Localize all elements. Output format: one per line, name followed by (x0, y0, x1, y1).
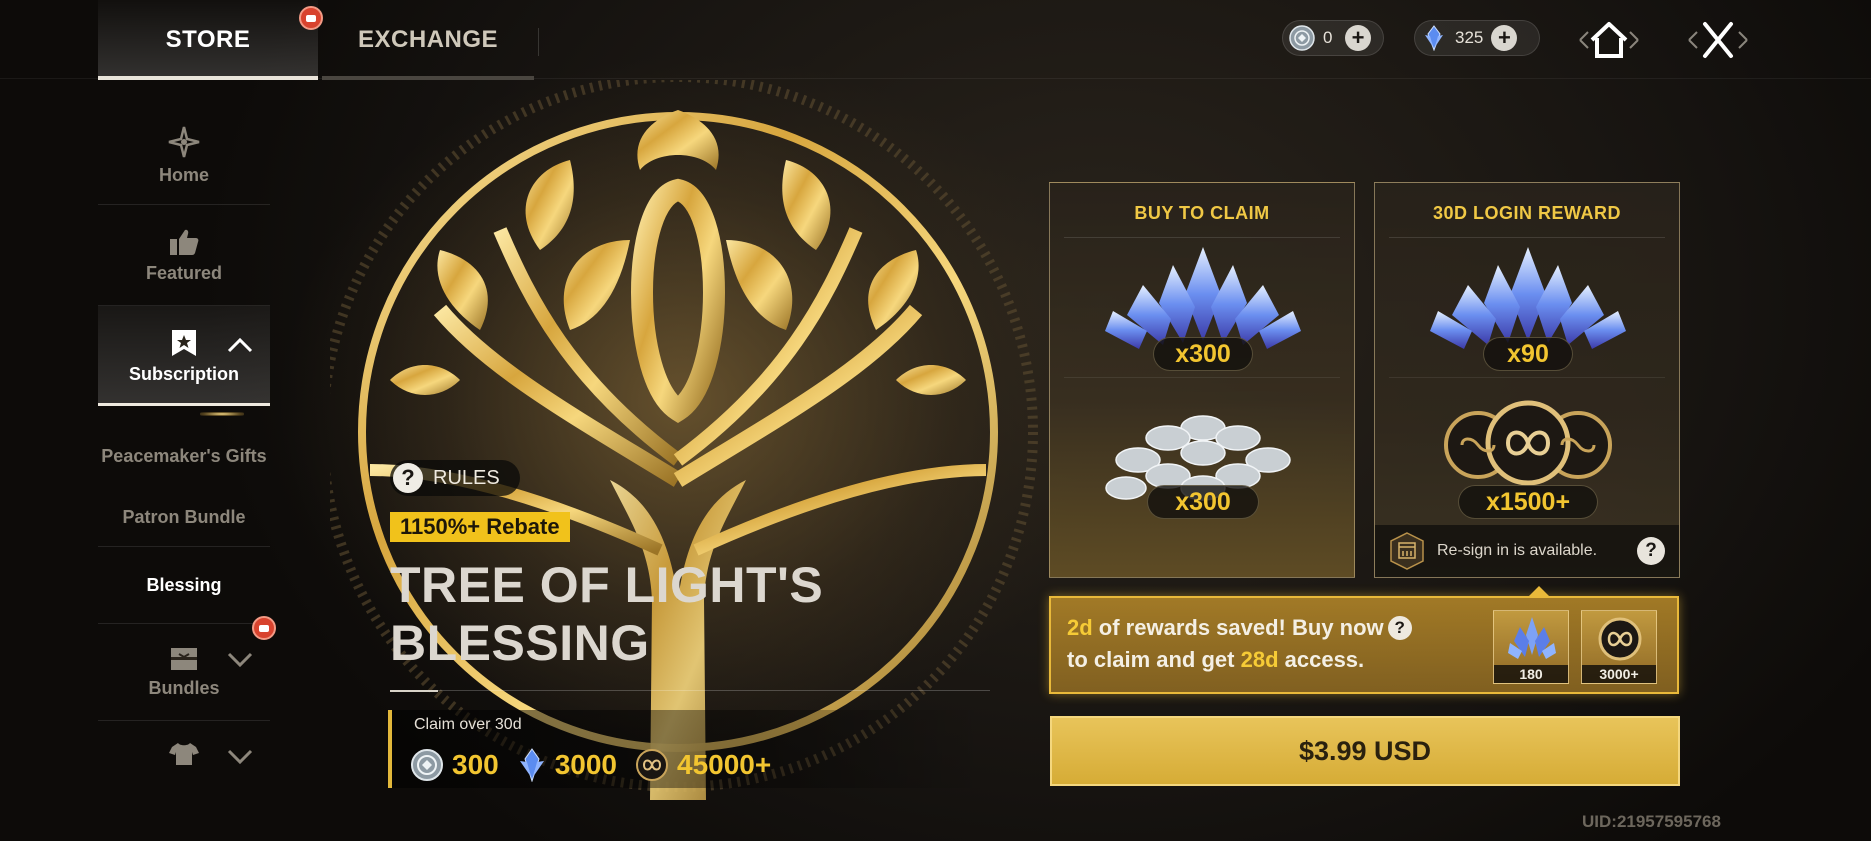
coin-qty-pill: x300 (1147, 485, 1259, 519)
crystal-qty-pill: x300 (1153, 337, 1253, 371)
user-id: UID:21957595768 (1582, 812, 1721, 831)
sidebar-item-bundles[interactable]: Bundles (98, 616, 276, 720)
sidebar-subitem-label: Peacemaker's Gifts (101, 446, 267, 466)
crystal-value: 325 (1455, 28, 1484, 47)
claim-crystal-value: 3000 (554, 749, 618, 780)
tab-store-label: STORE (165, 26, 251, 53)
tab-store-underline (98, 76, 318, 80)
card-divider (1064, 237, 1340, 238)
resign-help-button[interactable]: ? (1637, 537, 1665, 565)
access-days: 28d (1240, 647, 1279, 672)
claim-token-value: 45000+ (677, 749, 772, 780)
tab-store[interactable]: STORE (98, 0, 318, 80)
store-notification-badge (299, 6, 323, 30)
banner-notch (1527, 586, 1551, 598)
card-divider (1064, 377, 1340, 378)
crystal-qty-pill: x90 (1483, 337, 1573, 371)
crystal-cluster-icon (1508, 617, 1556, 659)
claim-silver-value: 300 (452, 749, 499, 780)
saved-help-button[interactable]: ? (1387, 616, 1412, 640)
tab-exchange-label: EXCHANGE (357, 26, 499, 53)
sidebar-item-label: Subscription (128, 363, 239, 384)
chevron-up-icon (227, 337, 253, 353)
sidebar-subitem-patron-bundle[interactable]: Patron Bundle (98, 488, 270, 546)
home-button[interactable] (1574, 14, 1644, 66)
card-divider (1389, 237, 1665, 238)
silver-coin-icon (1289, 25, 1315, 51)
gold-tokens-icon (1444, 400, 1612, 486)
card-divider (1389, 377, 1665, 378)
silver-coin-icon (411, 749, 443, 781)
sidebar-item-home[interactable]: Home (98, 106, 270, 204)
sparkle-icon (168, 126, 200, 157)
sidebar-item-label: Featured (145, 262, 223, 283)
tree-of-light-emblem (330, 80, 1038, 800)
add-crystal-button[interactable]: + (1491, 25, 1518, 51)
sidebar-item-subscription[interactable]: Subscription (98, 306, 270, 406)
login-reward-card: 30D LOGIN REWARD x90 x1500+ Re-sign in i… (1374, 182, 1680, 578)
saved-crystal-reward: 180 (1493, 610, 1569, 684)
days-saved: 2d (1067, 615, 1093, 640)
card-title: BUY TO CLAIM (1134, 203, 1270, 223)
sidebar-item-label: Bundles (148, 677, 220, 698)
chevron-down-icon (227, 749, 253, 765)
chevron-down-icon (227, 652, 253, 668)
resign-bar: Re-sign in is available. ? (1375, 525, 1679, 577)
buy-button[interactable]: $3.99 USD (1050, 716, 1680, 786)
page-title-line-2: BLESSING (390, 615, 650, 671)
resign-text: Re-sign in is available. (1437, 542, 1598, 559)
silver-coin-value: 0 (1323, 28, 1333, 47)
saved-token-qty: 3000+ (1582, 665, 1656, 683)
bundles-notification-badge (252, 616, 276, 640)
close-button[interactable] (1683, 14, 1753, 66)
rewards-saved-banner: 2d of rewards saved! Buy now? to claim a… (1049, 586, 1679, 694)
glint-decoration (200, 412, 244, 416)
rules-button[interactable]: ? RULES (390, 460, 520, 496)
silver-coin-balance: 0 + (1282, 20, 1384, 56)
top-bar: STORE EXCHANGE 0 + 325 + (0, 0, 1871, 80)
gold-token-icon (636, 749, 669, 781)
close-icon (1688, 22, 1748, 58)
bundle-box-icon (171, 647, 197, 670)
sidebar-subitem-peacemakers-gifts[interactable]: Peacemaker's Gifts (98, 406, 270, 488)
rebate-tag: 1150%+ Rebate (390, 512, 570, 542)
page-title-line-1: TREE OF LIGHT'S (390, 557, 824, 613)
gold-token-icon (1598, 617, 1642, 661)
crystal-balance: 325 + (1414, 20, 1540, 56)
question-icon: ? (393, 463, 423, 493)
sidebar-item-label: Home (158, 164, 209, 185)
blue-crystal-icon (1425, 25, 1443, 51)
token-qty-pill: x1500+ (1458, 485, 1598, 519)
sidebar-subitem-label: Blessing (146, 575, 222, 595)
hero-divider-accent (390, 690, 438, 692)
claim-summary: Claim over 30d 300 3000 45000+ (388, 710, 988, 788)
sidebar-item-featured[interactable]: Featured (98, 205, 270, 305)
saved-text-1: of rewards saved! Buy now (1092, 615, 1384, 640)
saved-token-reward: 3000+ (1581, 610, 1657, 684)
sidebar-subitem-label: Patron Bundle (122, 507, 246, 527)
claim-values-row: 300 3000 45000+ (410, 748, 781, 782)
rewards-saved-text: 2d of rewards saved! Buy now? to claim a… (1067, 612, 1447, 676)
hero-divider (390, 690, 990, 691)
sidebar: Home Featured Subscription Peacemaker's … (98, 106, 276, 787)
add-silver-coin-button[interactable]: + (1345, 25, 1371, 51)
tab-exchange[interactable]: EXCHANGE (322, 0, 534, 80)
shirt-icon (169, 743, 199, 765)
calendar-icon (1390, 532, 1424, 570)
tab-separator (538, 28, 539, 56)
claim-label: Claim over 30d (414, 716, 522, 733)
sidebar-subitem-blessing[interactable]: Blessing (98, 547, 270, 623)
buy-to-claim-card: BUY TO CLAIM x300 x300 (1049, 182, 1355, 578)
card-title: 30D LOGIN REWARD (1432, 203, 1622, 223)
saved-text-3: access. (1278, 647, 1365, 672)
rules-label: RULES (433, 466, 500, 489)
home-icon (1579, 22, 1639, 58)
sidebar-item-outfits[interactable] (98, 721, 270, 787)
bookmark-star-icon (172, 329, 196, 356)
saved-text-2: to claim and get (1067, 647, 1241, 672)
blue-crystal-icon (519, 748, 544, 782)
page-title: TREE OF LIGHT'S BLESSING (390, 556, 930, 672)
saved-crystal-qty: 180 (1494, 665, 1568, 683)
thumbs-up-icon (170, 229, 199, 255)
